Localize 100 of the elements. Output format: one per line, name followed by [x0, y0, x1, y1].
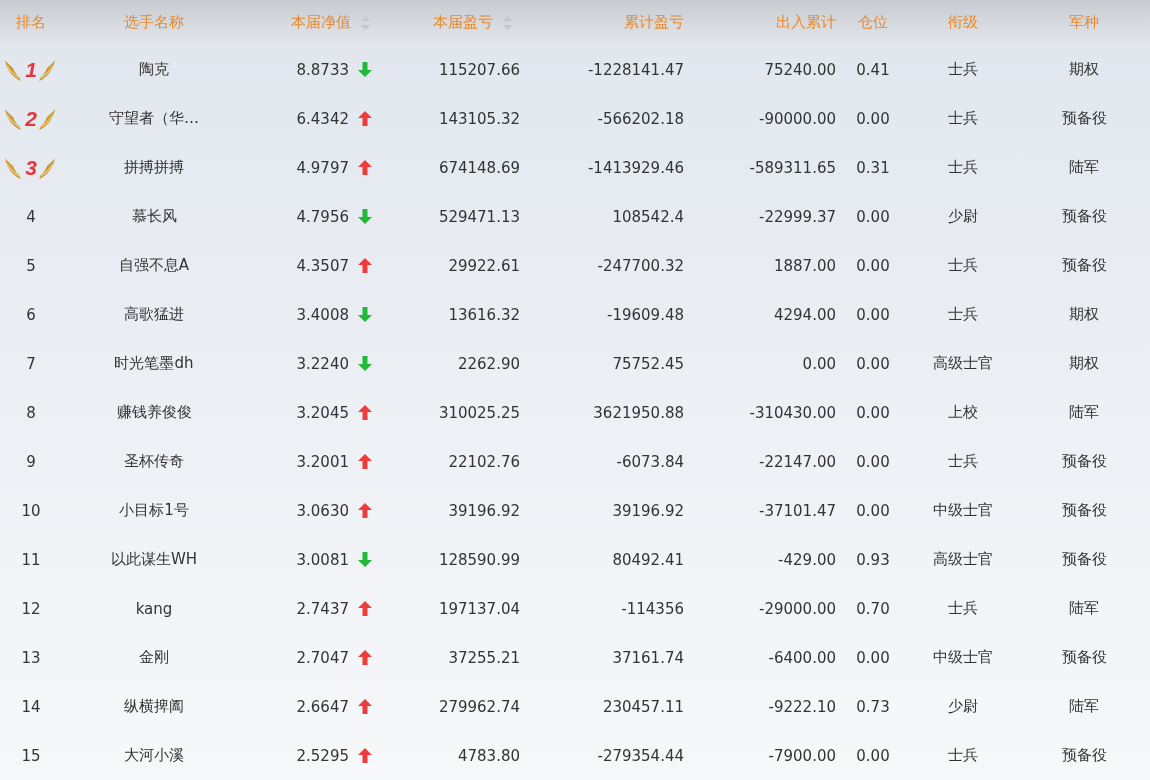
player-name: 拼搏拼搏: [124, 158, 184, 177]
net-value: 8.8733: [296, 60, 349, 79]
table-cell: 上校: [948, 403, 978, 422]
table-cell: 预备役: [1061, 746, 1107, 765]
player-name: 以此谋生WH: [110, 550, 198, 569]
table-cell: 0.00: [856, 403, 890, 422]
column-header[interactable]: 排名: [16, 13, 46, 32]
net-value: 3.2045: [296, 403, 349, 422]
table-cell: 士兵: [948, 599, 978, 618]
player-name: 守望者（华…: [109, 109, 199, 128]
table-cell: -114356: [621, 599, 684, 618]
rank-number: 2: [25, 106, 37, 131]
net-value: 2.5295: [296, 746, 349, 765]
column-header[interactable]: 累计盈亏: [624, 13, 684, 32]
table-cell: 士兵: [948, 746, 978, 765]
table-cell: 士兵: [948, 158, 978, 177]
rank-number: 15: [21, 746, 41, 765]
player-name: 小目标1号: [119, 501, 189, 520]
table-cell: 2262.90: [457, 354, 520, 373]
table-cell: 22102.76: [448, 452, 520, 471]
player-name: 陶克: [139, 60, 169, 79]
table-cell: -22999.37: [759, 207, 836, 226]
rank-number: 12: [21, 599, 41, 618]
table-cell: 0.31: [856, 158, 890, 177]
player-name: 大河小溪: [124, 746, 184, 765]
table-cell: -589311.65: [749, 158, 836, 177]
table-cell: 0.00: [856, 256, 890, 275]
table-cell: 预备役: [1061, 648, 1107, 667]
table-cell: 预备役: [1061, 452, 1107, 471]
column-header[interactable]: 军种: [1069, 13, 1099, 32]
table-cell: -1228141.47: [587, 60, 684, 79]
table-cell: 80492.41: [612, 550, 684, 569]
column-header[interactable]: 选手名称: [124, 13, 184, 32]
table-cell: 37161.74: [612, 648, 684, 667]
table-cell: 陆军: [1069, 403, 1099, 422]
player-name: kang: [135, 599, 173, 618]
sort-icon[interactable]: [503, 15, 512, 30]
table-cell: -6400.00: [768, 648, 836, 667]
rank-number: 8: [26, 403, 36, 422]
table-cell: -310430.00: [749, 403, 836, 422]
player-name: 圣杯传奇: [124, 452, 184, 471]
table-cell: 期权: [1069, 354, 1099, 373]
table-cell: -429.00: [778, 550, 836, 569]
table-cell: 75240.00: [764, 60, 836, 79]
table-cell: -7900.00: [768, 746, 836, 765]
player-name: 赚钱养俊俊: [116, 403, 192, 422]
table-cell: 37255.21: [448, 648, 520, 667]
table-cell: 0.00: [856, 452, 890, 471]
net-value: 3.2240: [296, 354, 349, 373]
rank-number: 1: [25, 57, 37, 82]
sort-icon[interactable]: [361, 15, 370, 30]
column-header[interactable]: 仓位: [858, 13, 888, 32]
net-value: 2.6647: [296, 697, 349, 716]
table-cell: 0.00: [856, 354, 890, 373]
player-name: 自强不息A: [118, 256, 190, 275]
table-cell: 13616.32: [448, 305, 520, 324]
table-cell: 279962.74: [438, 697, 520, 716]
table-cell: 士兵: [948, 60, 978, 79]
rank-number: 11: [21, 550, 41, 569]
table-cell: -566202.18: [597, 109, 684, 128]
table-cell: 少尉: [948, 207, 978, 226]
rank-number: 14: [21, 697, 41, 716]
table-cell: -37101.47: [759, 501, 836, 520]
table-cell: 197137.04: [438, 599, 520, 618]
column-header[interactable]: 衔级: [948, 13, 978, 32]
table-cell: 期权: [1069, 305, 1099, 324]
table-cell: -1413929.46: [587, 158, 684, 177]
player-name: 时光笔墨dh: [114, 354, 194, 373]
net-value: 3.0081: [296, 550, 349, 569]
column-header[interactable]: 本届净值: [291, 13, 351, 32]
table-cell: 75752.45: [612, 354, 684, 373]
table-cell: 预备役: [1061, 550, 1107, 569]
table-cell: 高级士官: [933, 550, 993, 569]
column-header[interactable]: 出入累计: [776, 13, 836, 32]
table-cell: 预备役: [1061, 109, 1107, 128]
table-cell: 少尉: [948, 697, 978, 716]
net-value: 2.7047: [296, 648, 349, 667]
table-cell: 115207.66: [438, 60, 520, 79]
table-cell: 预备役: [1061, 501, 1107, 520]
table-cell: 士兵: [948, 452, 978, 471]
rank-number: 5: [26, 256, 36, 275]
table-cell: 预备役: [1061, 207, 1107, 226]
table-cell: 0.93: [856, 550, 890, 569]
table-cell: -29000.00: [759, 599, 836, 618]
table-cell: 陆军: [1069, 158, 1099, 177]
table-cell: 4783.80: [457, 746, 520, 765]
net-value: 3.2001: [296, 452, 349, 471]
net-value: 6.4342: [296, 109, 349, 128]
column-header[interactable]: 本届盈亏: [433, 13, 493, 32]
table-cell: 0.73: [856, 697, 890, 716]
table-cell: 0.00: [856, 746, 890, 765]
table-cell: -22147.00: [759, 452, 836, 471]
table-cell: 108542.4: [612, 207, 684, 226]
net-value: 3.0630: [296, 501, 349, 520]
table-cell: 39196.92: [448, 501, 520, 520]
table-cell: 0.00: [856, 305, 890, 324]
table-cell: 674148.69: [438, 158, 520, 177]
table-cell: 230457.11: [602, 697, 684, 716]
table-cell: 0.70: [856, 599, 890, 618]
table-cell: 1887.00: [773, 256, 836, 275]
